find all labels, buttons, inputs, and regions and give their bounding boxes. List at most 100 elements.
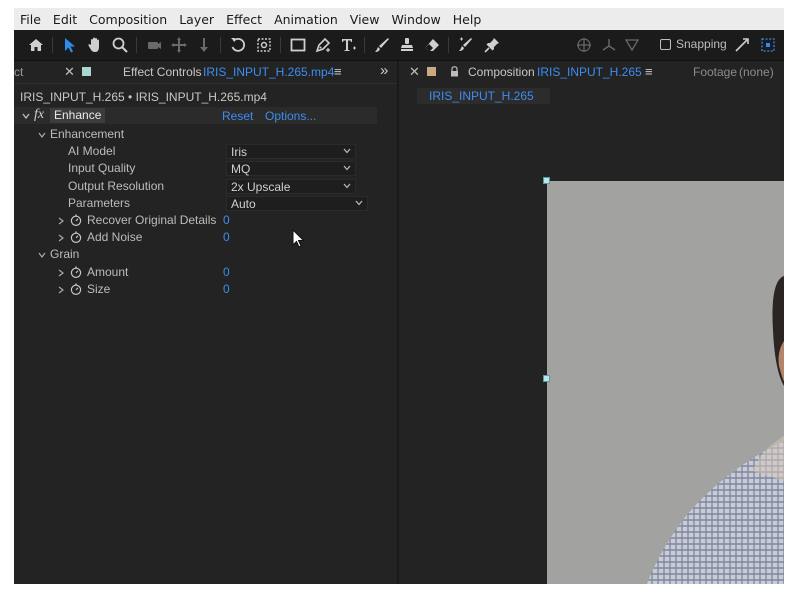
menu-edit[interactable]: Edit [53, 12, 77, 27]
panel-menu-icon[interactable]: ≡ [334, 64, 342, 79]
param-dropdown[interactable]: Iris [226, 144, 356, 160]
footage-tab-value[interactable]: (none) [739, 65, 774, 79]
composition-navigator-chip[interactable]: IRIS_INPUT_H.265 [417, 88, 550, 104]
param-twirl-icon[interactable] [58, 269, 64, 277]
param-dropdown[interactable]: MQ [226, 161, 356, 177]
param-dropdown-value: Iris [231, 145, 247, 160]
param-label: Add Noise [87, 230, 143, 245]
effect-options-link[interactable]: Options... [265, 109, 316, 123]
param-dropdown[interactable]: 2x Upscale [226, 178, 356, 194]
menu-animation[interactable]: Animation [274, 12, 338, 27]
menu-help[interactable]: Help [453, 12, 482, 27]
pen-tool-icon[interactable] [313, 35, 333, 55]
layer-path: IRIS_INPUT_H.265 • IRIS_INPUT_H.265.mp4 [20, 90, 267, 104]
fx-icon[interactable]: fx [34, 107, 44, 123]
composition-navigator-label: IRIS_INPUT_H.265 [429, 89, 534, 103]
brush-tool-icon[interactable] [372, 35, 392, 55]
effect-controls-tab-title[interactable]: Effect Controls [123, 65, 201, 79]
group-collapse-chevron-icon[interactable] [38, 251, 46, 259]
param-dropdown-value: MQ [231, 162, 251, 177]
axis-icon[interactable] [599, 35, 619, 55]
menu-effect[interactable]: Effect [226, 12, 262, 27]
menu-composition[interactable]: Composition [89, 12, 167, 27]
roto-brush-icon[interactable] [456, 35, 476, 55]
param-label: Input Quality [68, 161, 136, 176]
param-label: Recover Original Details [87, 213, 217, 227]
hand-tool-icon[interactable] [85, 35, 105, 55]
menu-file[interactable]: File [20, 12, 41, 27]
home-icon[interactable] [26, 35, 46, 55]
menu-layer[interactable]: Layer [179, 12, 214, 27]
param-value[interactable]: 0 [223, 230, 230, 244]
footage-frame[interactable] [547, 181, 784, 584]
clone-stamp-icon[interactable] [397, 35, 417, 55]
pan-behind-icon[interactable] [254, 35, 274, 55]
param-value[interactable]: 0 [223, 213, 230, 227]
param-twirl-icon[interactable] [58, 286, 64, 294]
close-tab-icon[interactable]: ✕ [64, 64, 75, 80]
panel-menu-icon[interactable]: ≡ [645, 64, 653, 79]
pan-camera-icon[interactable] [169, 35, 189, 55]
stopwatch-icon[interactable] [70, 214, 82, 226]
composition-swatch-icon [427, 67, 436, 76]
selection-tool-icon[interactable] [60, 35, 80, 55]
snap-expand-icon[interactable] [732, 35, 752, 55]
layer-handle-mid-left[interactable] [543, 375, 550, 382]
type-tool-icon[interactable] [338, 35, 358, 55]
chevron-down-icon [343, 148, 351, 154]
composition-tab-bar: ✕ Composition IRIS_INPUT_H.265 ≡ Footage… [399, 61, 784, 83]
effect-reset-link[interactable]: Reset [222, 109, 253, 123]
partial-tab-label[interactable]: ct [14, 65, 23, 79]
chevron-down-icon [343, 166, 351, 171]
param-twirl-icon[interactable] [58, 234, 64, 242]
param-label: AI Model [68, 144, 116, 159]
menu-view[interactable]: View [350, 12, 380, 27]
param-value[interactable]: 0 [223, 265, 230, 279]
eraser-tool-icon[interactable] [422, 35, 442, 55]
composition-panel: ✕ Composition IRIS_INPUT_H.265 ≡ Footage… [399, 61, 784, 584]
align-icon[interactable] [574, 35, 594, 55]
snapping-checkbox[interactable] [660, 39, 671, 50]
tools-toolbar: Snapping [14, 30, 784, 61]
stopwatch-icon[interactable] [70, 266, 82, 278]
close-tab-icon[interactable]: ✕ [409, 64, 420, 80]
param-dropdown-value: 2x Upscale [231, 179, 291, 194]
effect-name[interactable]: Enhance [50, 108, 106, 123]
lock-icon[interactable] [450, 66, 459, 77]
effect-controls-tab-layer[interactable]: IRIS_INPUT_H.265.mp4 [203, 65, 334, 79]
puppet-pin-icon[interactable] [482, 35, 502, 55]
param-dropdown[interactable]: Auto [226, 195, 368, 211]
orbit-camera-icon[interactable] [144, 35, 164, 55]
param-label: Size [87, 281, 111, 296]
video-subject-image [647, 276, 784, 584]
mouse-cursor-icon [292, 229, 305, 248]
snap-grid-icon[interactable] [758, 35, 778, 55]
after-effects-window: File Edit Composition Layer Effect Anima… [14, 8, 784, 584]
param-value[interactable]: 0 [223, 282, 230, 296]
chevron-down-icon [343, 183, 351, 189]
rotation-tool-icon[interactable] [228, 35, 248, 55]
param-label: Amount [87, 264, 129, 279]
layer-handle-top-left[interactable] [543, 177, 550, 184]
stopwatch-icon[interactable] [70, 283, 82, 295]
stopwatch-icon[interactable] [70, 231, 82, 244]
world-axis-icon[interactable] [622, 35, 642, 55]
param-label: Parameters [68, 195, 131, 210]
param-label: Output Resolution [68, 178, 165, 193]
composition-tab-name[interactable]: IRIS_INPUT_H.265 [537, 65, 642, 79]
composition-tab-title[interactable]: Composition [468, 65, 535, 79]
menu-window[interactable]: Window [391, 12, 440, 27]
param-twirl-icon[interactable] [58, 217, 64, 225]
zoom-tool-icon[interactable] [110, 35, 130, 55]
effect-collapse-chevron-icon[interactable] [22, 112, 30, 120]
dolly-camera-icon[interactable] [194, 35, 214, 55]
effect-controls-tab-bar: ct ✕ Effect Controls IRIS_INPUT_H.265.mp… [14, 61, 397, 84]
footage-tab-label[interactable]: Footage [693, 65, 737, 79]
param-dropdown-value: Auto [231, 196, 256, 211]
group-collapse-chevron-icon[interactable] [38, 131, 46, 139]
group-label[interactable]: Grain [50, 247, 79, 261]
group-label[interactable]: Enhancement [50, 127, 124, 141]
rectangle-tool-icon[interactable] [288, 35, 308, 55]
expand-panels-icon[interactable]: » [380, 62, 388, 79]
composition-viewer[interactable]: IRIS_INPUT_H.265 [399, 83, 784, 584]
